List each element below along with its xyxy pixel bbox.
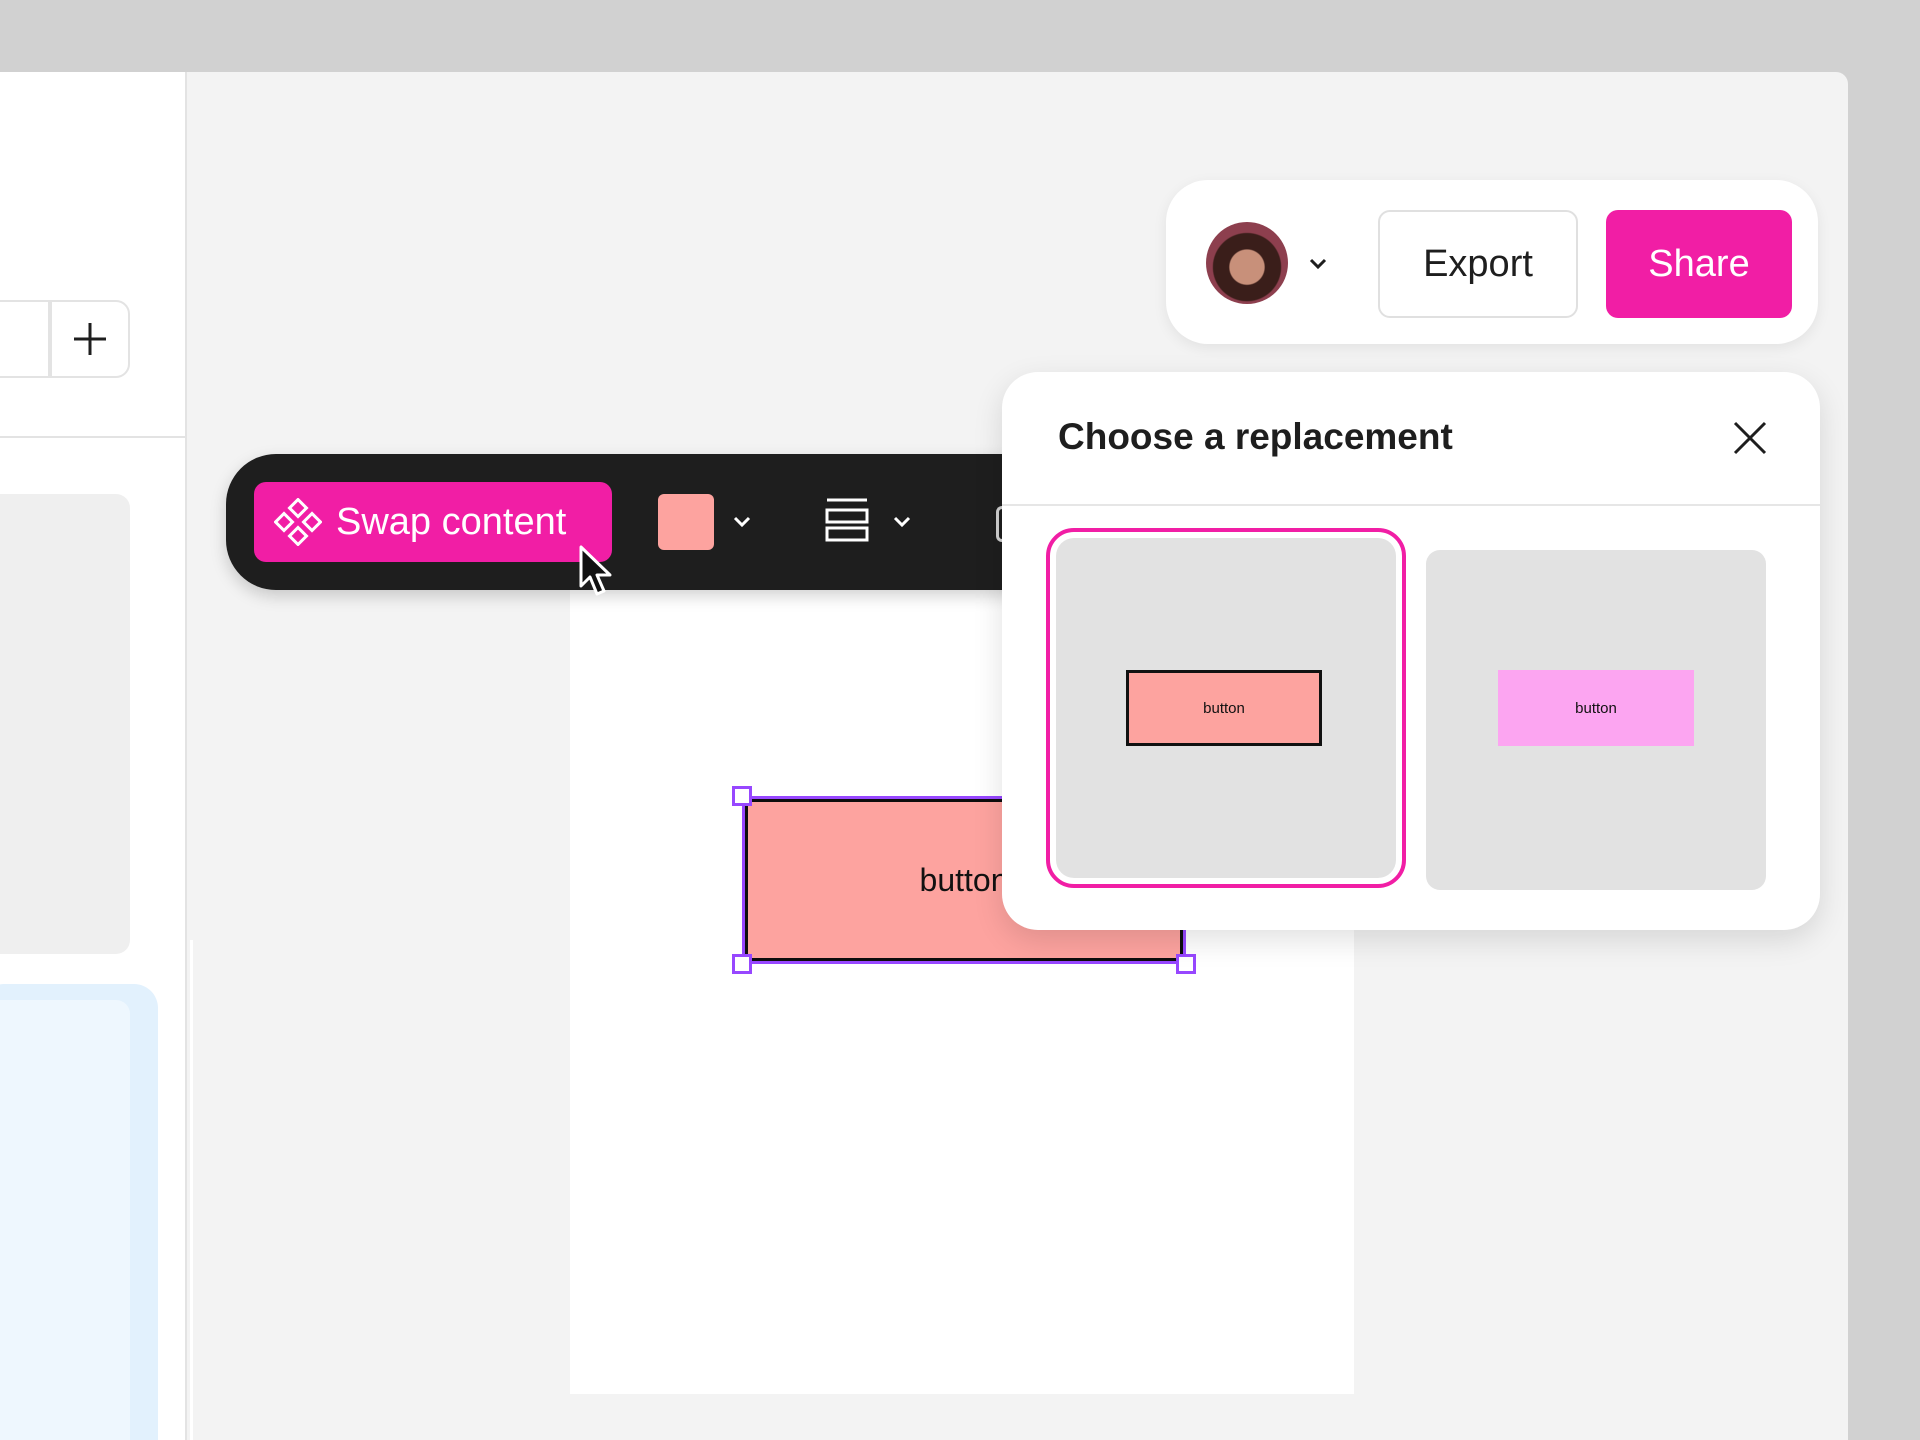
panel-card-inner — [0, 1000, 130, 1440]
floating-toolbar: Swap content — [226, 454, 1086, 590]
swap-content-label: Swap content — [336, 500, 567, 543]
swap-content-button[interactable]: Swap content — [254, 482, 612, 562]
replacement-option[interactable]: button — [1426, 550, 1766, 890]
user-avatar[interactable] — [1206, 222, 1288, 304]
export-label: Export — [1423, 242, 1533, 285]
option-preview-button: button — [1498, 670, 1694, 746]
left-panel — [0, 72, 187, 1440]
popover-title: Choose a replacement — [1058, 416, 1453, 457]
add-button[interactable] — [50, 300, 130, 378]
chevron-down-icon[interactable] — [1306, 252, 1330, 276]
panel-card-selected[interactable] — [0, 984, 158, 1440]
panel-card[interactable] — [0, 494, 130, 954]
resize-handle-bottom-right[interactable] — [1176, 954, 1196, 974]
panel-input[interactable] — [0, 300, 50, 378]
mouse-cursor-icon — [578, 544, 614, 600]
export-button[interactable]: Export — [1378, 210, 1578, 318]
popover-divider — [1002, 504, 1820, 506]
chevron-down-icon[interactable] — [730, 510, 754, 534]
component-icon — [274, 498, 322, 546]
replacement-option-selected[interactable]: button — [1046, 528, 1406, 888]
option-preview-label: button — [1575, 699, 1617, 717]
share-bar: Export Share — [1166, 180, 1818, 344]
option-preview-label: button — [1203, 699, 1245, 717]
close-icon[interactable] — [1730, 418, 1770, 458]
divider — [190, 940, 193, 1440]
resize-handle-bottom-left[interactable] — [732, 954, 752, 974]
layout-rows-icon[interactable] — [824, 496, 870, 546]
share-button[interactable]: Share — [1606, 210, 1792, 318]
canvas-button-label: button — [919, 861, 1009, 898]
app-window: button Swap content Export Share Choose … — [0, 72, 1848, 1440]
fill-color-swatch[interactable] — [658, 494, 714, 550]
replacement-popover: Choose a replacement button button — [1002, 372, 1820, 930]
chevron-down-icon[interactable] — [890, 510, 914, 534]
option-preview-button: button — [1126, 670, 1322, 746]
plus-icon — [70, 319, 110, 359]
resize-handle-top-left[interactable] — [732, 786, 752, 806]
share-label: Share — [1648, 242, 1750, 285]
panel-divider — [0, 436, 185, 438]
